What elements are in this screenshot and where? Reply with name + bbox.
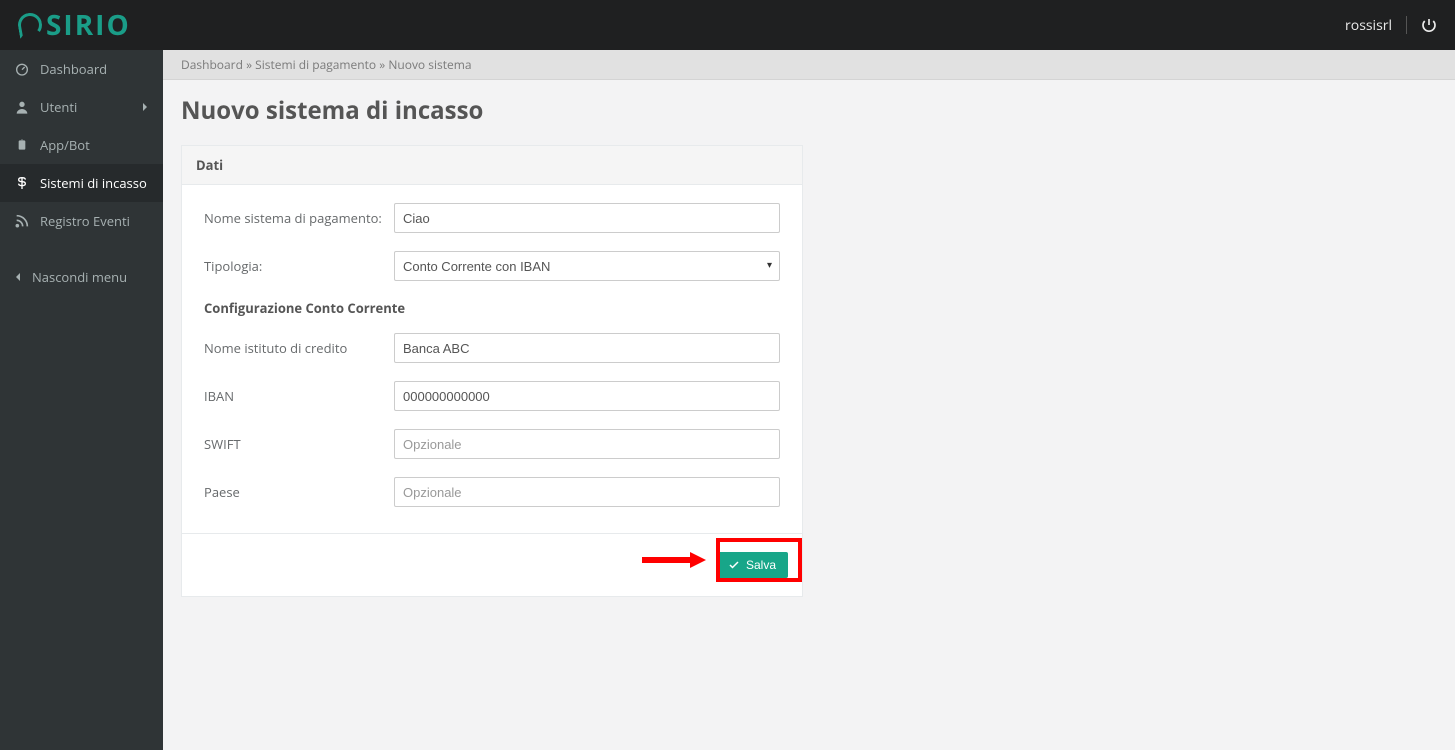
content: Dashboard » Sistemi di pagamento » Nuovo… bbox=[163, 50, 1455, 750]
sidebar-item-appbot[interactable]: App/Bot bbox=[0, 126, 163, 164]
logo-icon bbox=[16, 11, 44, 39]
breadcrumb-sep: » bbox=[379, 56, 388, 73]
chevron-right-icon bbox=[141, 102, 149, 112]
sidebar-item-sistemi[interactable]: Sistemi di incasso bbox=[0, 164, 163, 202]
sidebar-hide-label: Nascondi menu bbox=[32, 268, 127, 286]
label-country: Paese bbox=[204, 483, 394, 501]
sidebar-item-label: Registro Eventi bbox=[40, 212, 130, 230]
card-header: Dati bbox=[182, 146, 802, 185]
input-swift[interactable] bbox=[394, 429, 780, 459]
row-swift: SWIFT bbox=[204, 429, 780, 459]
section-label: Configurazione Conto Corrente bbox=[204, 299, 780, 317]
sidebar-item-label: Utenti bbox=[40, 98, 77, 116]
check-icon bbox=[728, 559, 740, 571]
card-footer: Salva bbox=[182, 533, 802, 596]
label-bank: Nome istituto di credito bbox=[204, 339, 394, 357]
breadcrumb-dashboard[interactable]: Dashboard bbox=[181, 56, 243, 73]
logo-text: SIRIO bbox=[46, 6, 131, 44]
label-name: Nome sistema di pagamento: bbox=[204, 209, 394, 227]
label-type: Tipologia: bbox=[204, 257, 394, 275]
dollar-icon bbox=[14, 175, 30, 191]
sidebar: Dashboard Utenti App/Bot Sistemi di inca… bbox=[0, 50, 163, 750]
input-bank[interactable] bbox=[394, 333, 780, 363]
breadcrumb-sep: » bbox=[246, 56, 255, 73]
appbot-icon bbox=[14, 137, 30, 153]
label-swift: SWIFT bbox=[204, 435, 394, 453]
sidebar-item-label: Dashboard bbox=[40, 60, 107, 78]
select-type[interactable]: Conto Corrente con IBAN bbox=[394, 251, 780, 281]
sidebar-item-label: Sistemi di incasso bbox=[40, 174, 147, 192]
power-icon[interactable] bbox=[1421, 17, 1437, 33]
divider bbox=[1406, 16, 1407, 34]
dashboard-icon bbox=[14, 61, 30, 77]
row-name: Nome sistema di pagamento: bbox=[204, 203, 780, 233]
page-title: Nuovo sistema di incasso bbox=[163, 80, 1455, 137]
topbar: SIRIO rossisrl bbox=[0, 0, 1455, 50]
row-iban: IBAN bbox=[204, 381, 780, 411]
breadcrumb: Dashboard » Sistemi di pagamento » Nuovo… bbox=[163, 50, 1455, 80]
breadcrumb-sistemi[interactable]: Sistemi di pagamento bbox=[255, 56, 376, 73]
row-country: Paese bbox=[204, 477, 780, 507]
form-card: Dati Nome sistema di pagamento: Tipologi… bbox=[181, 145, 803, 597]
breadcrumb-current: Nuovo sistema bbox=[388, 56, 471, 73]
input-iban[interactable] bbox=[394, 381, 780, 411]
chevron-left-icon bbox=[14, 272, 22, 282]
sidebar-item-registro[interactable]: Registro Eventi bbox=[0, 202, 163, 240]
sidebar-hide-menu[interactable]: Nascondi menu bbox=[0, 258, 163, 296]
save-button[interactable]: Salva bbox=[716, 552, 788, 578]
row-type: Tipologia: Conto Corrente con IBAN bbox=[204, 251, 780, 281]
logo[interactable]: SIRIO bbox=[18, 6, 131, 44]
sidebar-item-utenti[interactable]: Utenti bbox=[0, 88, 163, 126]
save-button-label: Salva bbox=[746, 558, 776, 572]
rss-icon bbox=[14, 213, 30, 229]
label-iban: IBAN bbox=[204, 387, 394, 405]
input-name[interactable] bbox=[394, 203, 780, 233]
input-country[interactable] bbox=[394, 477, 780, 507]
user-icon bbox=[14, 99, 30, 115]
sidebar-item-label: App/Bot bbox=[40, 136, 90, 154]
row-bank: Nome istituto di credito bbox=[204, 333, 780, 363]
sidebar-item-dashboard[interactable]: Dashboard bbox=[0, 50, 163, 88]
topbar-right: rossisrl bbox=[1345, 16, 1437, 35]
username-label[interactable]: rossisrl bbox=[1345, 16, 1392, 35]
card-body: Nome sistema di pagamento: Tipologia: Co… bbox=[182, 185, 802, 533]
annotation-arrow bbox=[642, 552, 706, 568]
